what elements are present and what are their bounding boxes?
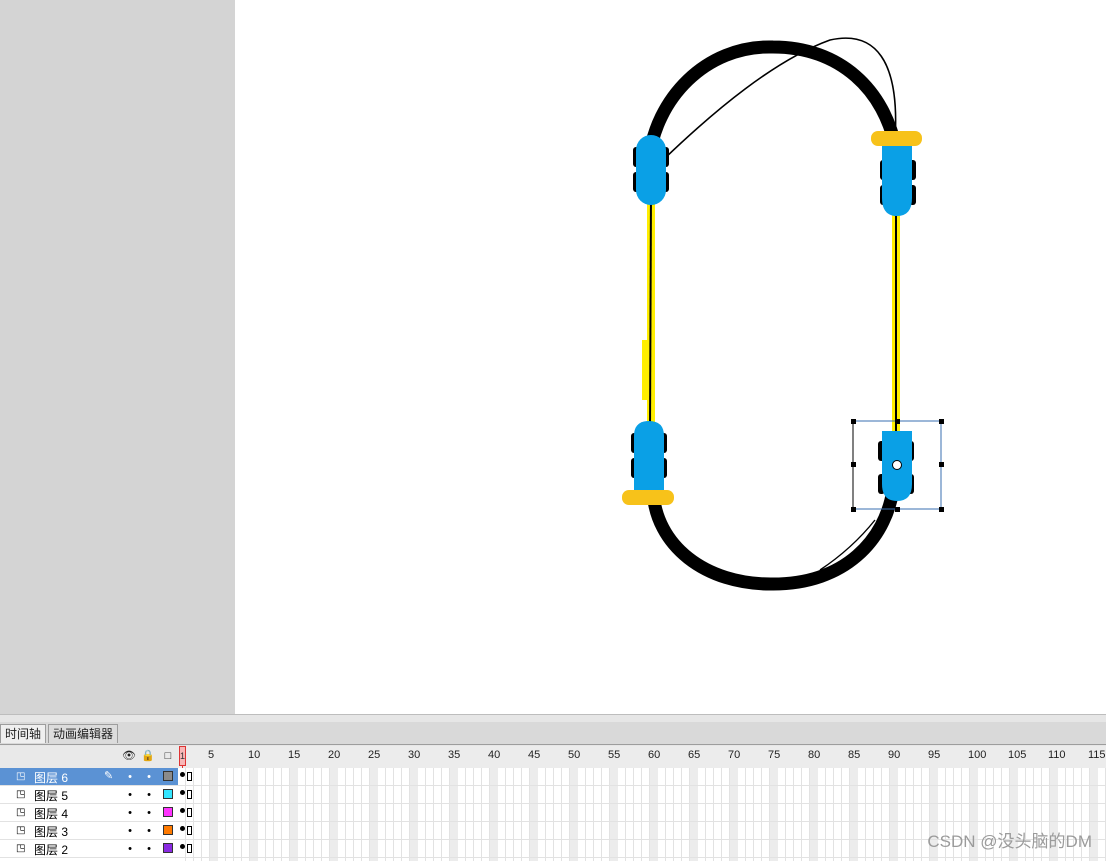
train-bottom-left <box>631 421 667 490</box>
keyframe[interactable] <box>180 844 185 849</box>
lock-toggle[interactable]: • <box>144 843 154 855</box>
layer-name[interactable]: 图层 4 <box>34 805 68 822</box>
ruler-frame-number: 70 <box>728 749 741 761</box>
keyframe[interactable] <box>180 826 185 831</box>
ruler-frame-number: 20 <box>328 749 341 761</box>
layer-header: 👁 🔒 □ <box>0 746 178 768</box>
visibility-toggle[interactable]: • <box>125 843 135 855</box>
tab-motion-editor[interactable]: 动画编辑器 <box>48 724 119 743</box>
frame-ruler[interactable]: 5 10 15 20 25 30 35 40 45 50 55 60 65 70 75 80 85 90 95 100… <box>178 746 1106 769</box>
ruler-frame-number: 45 <box>528 749 541 761</box>
track-bottom-arc <box>646 483 900 591</box>
stage-drawing <box>622 37 944 591</box>
layer-type-icon: ◳ <box>16 771 26 782</box>
platform-top-right <box>871 131 922 146</box>
ruler-frame-number: 30 <box>408 749 421 761</box>
ruler-frame-number: 50 <box>568 749 581 761</box>
layer-outline-color[interactable] <box>163 825 173 835</box>
layer-name[interactable]: 图层 3 <box>34 823 68 840</box>
stage-canvas[interactable] <box>235 0 1106 714</box>
visibility-toggle[interactable]: • <box>125 789 135 801</box>
ruler-frame-number: 75 <box>768 749 781 761</box>
layer-row[interactable]: ◳ 图层 6 ✎ • • <box>0 768 178 786</box>
ruler-frame-number: 105 <box>1008 749 1027 761</box>
layer-type-icon: ◳ <box>16 825 26 836</box>
playhead[interactable]: 1 <box>179 746 186 766</box>
pencil-icon: ✎ <box>104 770 114 782</box>
ruler-frame-number: 110 <box>1048 749 1066 761</box>
ruler-frame-number: 90 <box>888 749 901 761</box>
layer-name[interactable]: 图层 5 <box>34 787 68 804</box>
ruler-frame-number: 100 <box>968 749 987 761</box>
ruler-frame-number: 115 <box>1088 749 1106 761</box>
layer-type-icon: ◳ <box>16 789 26 800</box>
layer-outline-color[interactable] <box>163 843 173 853</box>
eye-icon[interactable]: 👁 <box>122 749 136 763</box>
motion-guide-path <box>662 37 897 161</box>
ruler-frame-number: 5 <box>208 749 215 761</box>
track-top-arc <box>642 40 903 167</box>
lock-toggle[interactable]: • <box>144 771 154 783</box>
outline-icon[interactable]: □ <box>161 749 175 763</box>
keyframe[interactable] <box>180 772 185 777</box>
frame-end-marker <box>187 844 192 853</box>
lock-toggle[interactable]: • <box>144 825 154 837</box>
layer-row[interactable]: ◳ 图层 3 • • <box>0 822 178 840</box>
frame-end-marker <box>187 826 192 835</box>
ruler-frame-number: 80 <box>808 749 821 761</box>
layer-outline-color[interactable] <box>163 771 173 781</box>
layer-outline-color[interactable] <box>163 807 173 817</box>
ruler-frame-number: 15 <box>288 749 301 761</box>
layer-list: ◳ 图层 6 ✎ • • ◳ 图层 5 • • ◳ 图层 4 • • ◳ 图层 3 • • ◳ 图层 2 • • <box>0 768 178 861</box>
layer-row[interactable]: ◳ 图层 4 • • <box>0 804 178 822</box>
visibility-toggle[interactable]: • <box>125 807 135 819</box>
layer-type-icon: ◳ <box>16 807 26 818</box>
layer-type-icon: ◳ <box>16 843 26 854</box>
frame-row[interactable] <box>178 804 1106 822</box>
tab-timeline[interactable]: 时间轴 <box>0 724 47 743</box>
train-top-right <box>880 146 916 216</box>
ruler-frame-number: 25 <box>368 749 381 761</box>
keyframe[interactable] <box>180 790 185 795</box>
visibility-toggle[interactable]: • <box>125 771 135 783</box>
ruler-frame-number: 95 <box>928 749 941 761</box>
lock-toggle[interactable]: • <box>144 789 154 801</box>
ruler-frame-number: 65 <box>688 749 701 761</box>
layer-row[interactable]: ◳ 图层 5 • • <box>0 786 178 804</box>
layer-row[interactable]: ◳ 图层 2 • • <box>0 840 178 858</box>
lock-icon[interactable]: 🔒 <box>141 749 155 763</box>
watermark: CSDN @没头脑的DM <box>927 832 1092 851</box>
frame-end-marker <box>187 790 192 799</box>
keyframe[interactable] <box>180 808 185 813</box>
ruler-frame-number: 10 <box>248 749 261 761</box>
layer-outline-color[interactable] <box>163 789 173 799</box>
frame-row[interactable] <box>178 786 1106 804</box>
ruler-frame-number: 35 <box>448 749 461 761</box>
panel-tab-bar: 时间轴 动画编辑器 <box>0 722 1106 745</box>
ruler-frame-number: 40 <box>488 749 501 761</box>
frame-row[interactable] <box>178 768 1106 786</box>
ruler-frame-number: 55 <box>608 749 621 761</box>
frame-end-marker <box>187 772 192 781</box>
layer-name[interactable]: 图层 6 <box>34 769 68 786</box>
layer-name[interactable]: 图层 2 <box>34 841 68 858</box>
frame-end-marker <box>187 808 192 817</box>
platform-bottom-left <box>622 490 674 505</box>
ruler-frame-number: 60 <box>648 749 661 761</box>
train-top-left <box>633 135 669 205</box>
visibility-toggle[interactable]: • <box>125 825 135 837</box>
lock-toggle[interactable]: • <box>144 807 154 819</box>
ruler-frame-number: 85 <box>848 749 861 761</box>
